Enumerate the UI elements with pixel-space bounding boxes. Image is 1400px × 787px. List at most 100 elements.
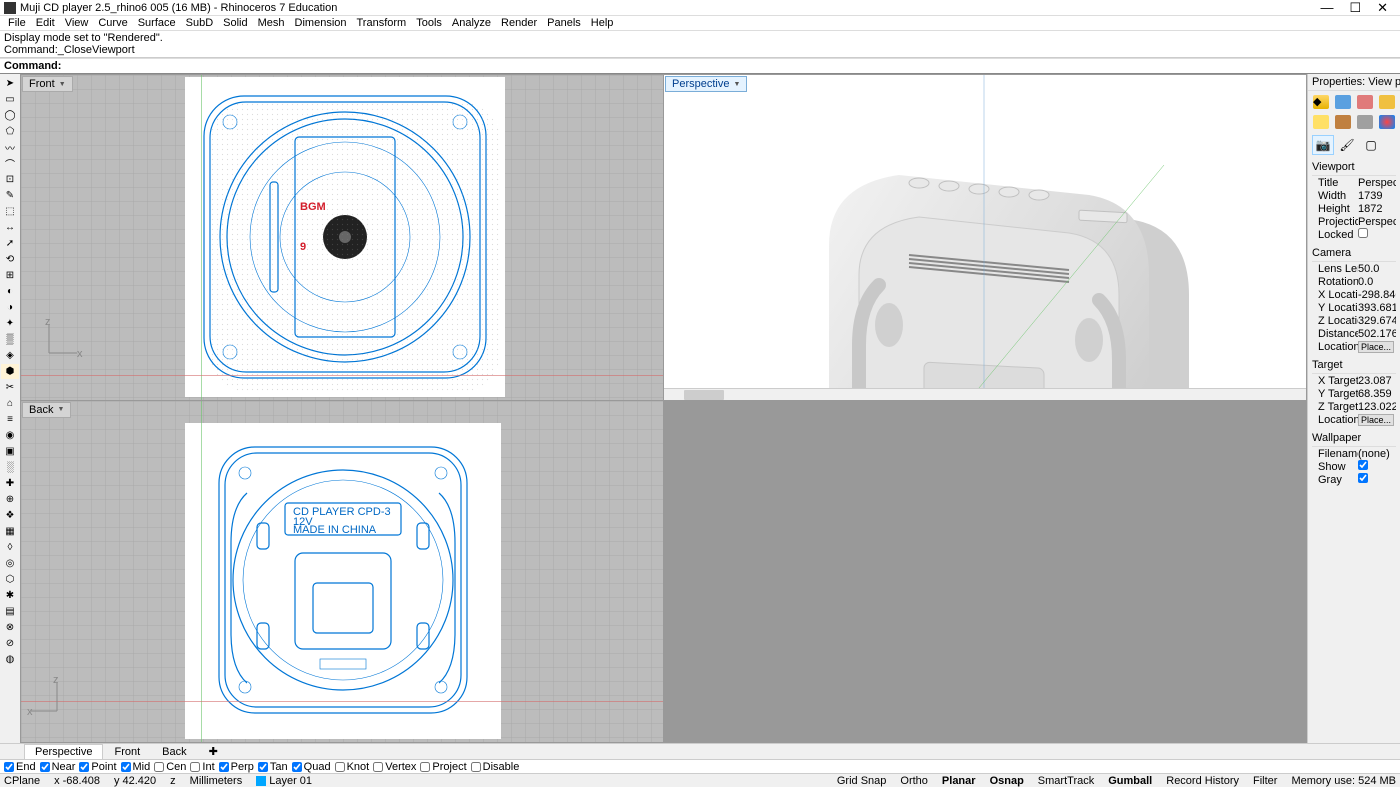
tab-back[interactable]: Back xyxy=(151,744,197,760)
prop-value[interactable]: Perspective xyxy=(1358,177,1396,189)
tool-icon[interactable]: ⬚ xyxy=(1,204,19,219)
tool-icon[interactable]: ▣ xyxy=(1,444,19,459)
place-button[interactable]: Place... xyxy=(1358,414,1394,426)
prop-value[interactable]: 0.0 xyxy=(1358,276,1396,288)
tool-icon[interactable]: ◑ xyxy=(1,300,19,315)
osnap-project[interactable]: Project xyxy=(420,761,466,773)
osnap-cen[interactable]: Cen xyxy=(154,761,186,773)
prop-value[interactable]: 50.0 xyxy=(1358,263,1396,275)
layer-icon[interactable]: ◆ xyxy=(1313,95,1329,109)
tool-icon[interactable]: ✚ xyxy=(1,476,19,491)
menu-file[interactable]: File xyxy=(4,17,30,29)
status-recordhistory[interactable]: Record History xyxy=(1166,775,1239,787)
prop-value[interactable]: 502.176 xyxy=(1358,328,1396,340)
display-icon[interactable] xyxy=(1379,95,1395,109)
close-button[interactable]: ✕ xyxy=(1377,3,1388,13)
tool-icon[interactable]: ▤ xyxy=(1,604,19,619)
osnap-int[interactable]: Int xyxy=(190,761,214,773)
tool-icon[interactable]: ✎ xyxy=(1,188,19,203)
menu-subd[interactable]: SubD xyxy=(182,17,218,29)
minimize-button[interactable]: — xyxy=(1320,3,1333,13)
tab-front[interactable]: Front xyxy=(103,744,151,760)
tool-icon[interactable]: ✂ xyxy=(1,380,19,395)
status-filter[interactable]: Filter xyxy=(1253,775,1277,787)
menu-surface[interactable]: Surface xyxy=(134,17,180,29)
tool-icon[interactable]: ◉ xyxy=(1,428,19,443)
tool-icon[interactable]: 〰 xyxy=(1,140,19,155)
status-gridsnap[interactable]: Grid Snap xyxy=(837,775,887,787)
maximize-button[interactable]: ☐ xyxy=(1349,3,1361,13)
render-icon[interactable] xyxy=(1335,95,1351,109)
tool-icon[interactable]: ⟲ xyxy=(1,252,19,267)
tool-icon[interactable]: ◊ xyxy=(1,540,19,555)
prop-value[interactable]: 1872 xyxy=(1358,203,1396,215)
tool-icon[interactable]: ◈ xyxy=(1,348,19,363)
menu-mesh[interactable]: Mesh xyxy=(254,17,289,29)
status-planar[interactable]: Planar xyxy=(942,775,976,787)
tool-icon[interactable]: ⌒ xyxy=(1,156,19,171)
status-smarttrack[interactable]: SmartTrack xyxy=(1038,775,1094,787)
prop-value[interactable]: 68.359 xyxy=(1358,388,1396,400)
circle-icon[interactable] xyxy=(1379,115,1395,129)
properties-tab-camera-icon[interactable]: 📷 xyxy=(1312,135,1334,155)
prop-value[interactable]: 23.087 xyxy=(1358,375,1396,387)
status-ortho[interactable]: Ortho xyxy=(900,775,928,787)
prop-value[interactable]: (none) xyxy=(1358,448,1396,460)
menu-curve[interactable]: Curve xyxy=(94,17,131,29)
tool-icon[interactable]: ⬢ xyxy=(1,364,19,379)
tool-icon[interactable]: ⊘ xyxy=(1,636,19,651)
viewport-label-back[interactable]: Back xyxy=(22,402,71,418)
status-units[interactable]: Millimeters xyxy=(190,775,243,787)
prop-value[interactable]: -298.846 xyxy=(1358,289,1396,301)
status-cplane[interactable]: CPlane xyxy=(4,775,40,787)
tool-icon[interactable]: ❖ xyxy=(1,508,19,523)
status-osnap[interactable]: Osnap xyxy=(990,775,1024,787)
tool-icon[interactable]: ▦ xyxy=(1,524,19,539)
tool-icon[interactable]: ≡ xyxy=(1,412,19,427)
osnap-end[interactable]: End xyxy=(4,761,36,773)
tab-perspective[interactable]: Perspective xyxy=(24,744,103,760)
menu-transform[interactable]: Transform xyxy=(353,17,411,29)
tool-icon[interactable]: ◯ xyxy=(1,108,19,123)
viewport-label-perspective[interactable]: Perspective xyxy=(665,76,747,92)
tool-icon[interactable]: ⊞ xyxy=(1,268,19,283)
tool-icon[interactable]: ⊗ xyxy=(1,620,19,635)
viewport-label-front[interactable]: Front xyxy=(22,76,73,92)
gray-checkbox[interactable] xyxy=(1358,473,1368,483)
viewport-front[interactable]: Front xyxy=(21,75,663,400)
prop-value[interactable]: Perspecti... xyxy=(1358,216,1396,228)
tool-icon[interactable]: ✱ xyxy=(1,588,19,603)
tool-icon[interactable]: ◎ xyxy=(1,556,19,571)
tool-icon[interactable]: ✦ xyxy=(1,316,19,331)
viewport-scrollbar[interactable] xyxy=(664,388,1306,400)
properties-tab-material-icon[interactable]: 🖌 xyxy=(1336,135,1358,155)
osnap-vertex[interactable]: Vertex xyxy=(373,761,416,773)
tab-add[interactable]: ✚ xyxy=(198,743,229,760)
help-icon[interactable] xyxy=(1357,115,1373,129)
lib-icon[interactable] xyxy=(1335,115,1351,129)
menu-tools[interactable]: Tools xyxy=(412,17,446,29)
osnap-point[interactable]: Point xyxy=(79,761,116,773)
tool-icon[interactable]: ➚ xyxy=(1,236,19,251)
menu-solid[interactable]: Solid xyxy=(219,17,251,29)
osnap-disable[interactable]: Disable xyxy=(471,761,520,773)
prop-value[interactable]: 1739 xyxy=(1358,190,1396,202)
sun-icon[interactable] xyxy=(1313,115,1329,129)
tool-icon[interactable]: ░ xyxy=(1,460,19,475)
tool-icon[interactable]: ▭ xyxy=(1,92,19,107)
tool-icon[interactable]: ↔ xyxy=(1,220,19,235)
tool-icon[interactable]: ⌂ xyxy=(1,396,19,411)
status-layer[interactable]: Layer 01 xyxy=(256,775,312,787)
tool-pointer-icon[interactable]: ➤ xyxy=(1,76,19,91)
material-icon[interactable] xyxy=(1357,95,1373,109)
tool-icon[interactable]: ◍ xyxy=(1,652,19,667)
menu-panels[interactable]: Panels xyxy=(543,17,585,29)
tool-icon[interactable]: ⊡ xyxy=(1,172,19,187)
osnap-perp[interactable]: Perp xyxy=(219,761,254,773)
locked-checkbox[interactable] xyxy=(1358,228,1368,238)
prop-value[interactable]: 123.022 xyxy=(1358,401,1396,413)
properties-tab-edge-icon[interactable]: ▢ xyxy=(1360,135,1382,155)
tool-icon[interactable]: ⊕ xyxy=(1,492,19,507)
status-gumball[interactable]: Gumball xyxy=(1108,775,1152,787)
viewport-perspective[interactable]: Perspective xyxy=(664,75,1306,400)
